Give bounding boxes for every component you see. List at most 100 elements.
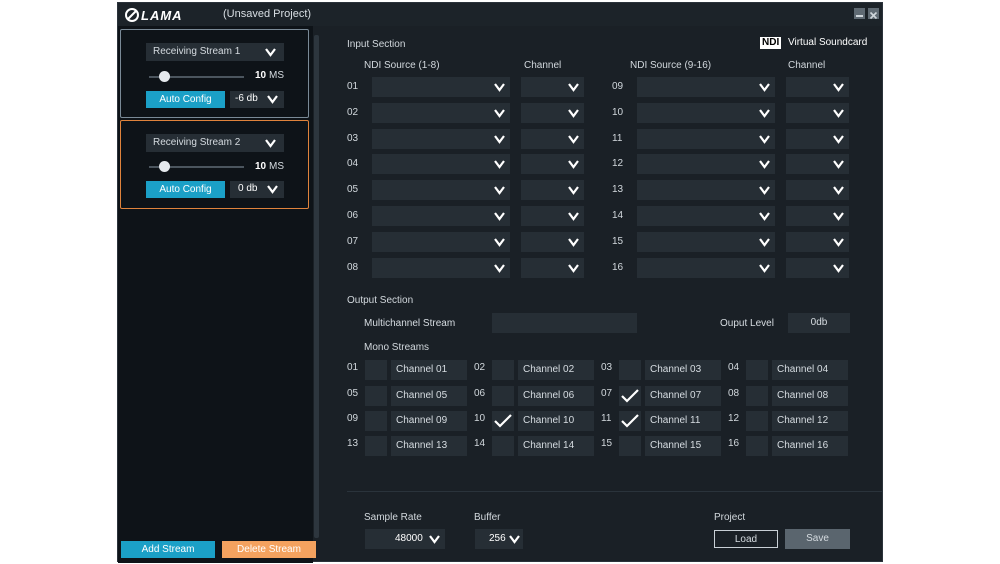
mono-stream-checkbox[interactable] — [746, 411, 768, 431]
mono-stream-checkbox[interactable] — [746, 386, 768, 406]
chevron-down-icon — [759, 108, 770, 118]
channel-select[interactable] — [521, 180, 584, 200]
mono-stream-checkbox[interactable] — [619, 360, 641, 380]
mono-stream-checkbox[interactable] — [492, 386, 514, 406]
channel-select[interactable] — [521, 103, 584, 123]
chevron-down-icon — [509, 534, 520, 544]
ndi-source-select[interactable] — [637, 258, 775, 278]
sample-rate-select[interactable]: 48000 — [365, 529, 445, 549]
ndi-source-select[interactable] — [637, 77, 775, 97]
channel-select[interactable] — [786, 103, 849, 123]
channel-select[interactable] — [521, 154, 584, 174]
channel-select[interactable] — [786, 77, 849, 97]
mono-stream-checkbox[interactable] — [619, 411, 641, 431]
mono-stream-checkbox[interactable] — [365, 386, 387, 406]
ndi-source-select[interactable] — [637, 206, 775, 226]
channel-select[interactable] — [786, 180, 849, 200]
ndi-source-select[interactable] — [372, 206, 510, 226]
delay-slider-knob[interactable] — [159, 71, 170, 82]
load-button[interactable]: Load — [714, 530, 778, 548]
channel-select[interactable] — [521, 77, 584, 97]
ndi-source-select[interactable] — [372, 258, 510, 278]
mono-stream-checkbox[interactable] — [492, 436, 514, 456]
channel-header-a: Channel — [524, 60, 562, 71]
mono-stream-checkbox[interactable] — [619, 436, 641, 456]
chevron-down-icon — [568, 134, 579, 144]
gain-select-2[interactable]: 0 db — [230, 181, 284, 198]
chevron-down-icon — [568, 211, 579, 221]
save-button[interactable]: Save — [785, 529, 850, 549]
chevron-down-icon — [494, 211, 505, 221]
ndi-source-header-a: NDI Source (1-8) — [364, 60, 440, 71]
stream-select-1[interactable]: Receiving Stream 1 — [146, 43, 284, 61]
mono-stream-checkbox[interactable] — [619, 386, 641, 406]
channel-select[interactable] — [786, 129, 849, 149]
footer-divider — [347, 491, 883, 492]
ndi-source-select[interactable] — [637, 103, 775, 123]
mono-stream-number: 14 — [474, 438, 486, 449]
ndi-source-select[interactable] — [637, 129, 775, 149]
close-icon — [869, 11, 878, 20]
checkmark-icon — [621, 414, 639, 433]
delete-stream-button[interactable]: Delete Stream — [222, 541, 316, 558]
input-row-number: 05 — [347, 184, 359, 195]
mono-stream-checkbox[interactable] — [746, 360, 768, 380]
ndi-source-select[interactable] — [372, 77, 510, 97]
channel-select[interactable] — [786, 258, 849, 278]
chevron-down-icon — [759, 134, 770, 144]
auto-config-button-2[interactable]: Auto Config — [146, 181, 225, 198]
ndi-source-select[interactable] — [372, 180, 510, 200]
gain-select-1[interactable]: -6 db — [230, 91, 284, 108]
mono-stream-checkbox[interactable] — [492, 360, 514, 380]
channel-header-b: Channel — [788, 60, 826, 71]
ndi-source-select[interactable] — [637, 154, 775, 174]
ndi-source-select[interactable] — [372, 103, 510, 123]
multichannel-stream-label: Multichannel Stream — [364, 318, 456, 329]
mono-stream-label: Channel 10 — [518, 411, 594, 431]
ndi-source-select[interactable] — [637, 180, 775, 200]
chevron-down-icon — [833, 134, 844, 144]
mono-stream-label: Channel 02 — [518, 360, 594, 380]
mono-stream-number: 04 — [728, 362, 740, 373]
chevron-down-icon — [429, 534, 440, 544]
mono-stream-number: 01 — [347, 362, 359, 373]
close-button[interactable] — [868, 8, 879, 20]
delay-slider-knob[interactable] — [159, 161, 170, 172]
mono-stream-checkbox[interactable] — [365, 436, 387, 456]
output-level-field[interactable]: 0db — [788, 313, 850, 333]
channel-select[interactable] — [786, 232, 849, 252]
mono-stream-checkbox[interactable] — [746, 436, 768, 456]
stream-card-1[interactable]: Receiving Stream 1 10 MS Auto Config -6 … — [120, 29, 309, 118]
chevron-down-icon — [568, 159, 579, 169]
channel-select[interactable] — [786, 206, 849, 226]
chevron-down-icon — [833, 82, 844, 92]
sidebar-scrollbar[interactable] — [314, 35, 319, 538]
channel-select[interactable] — [521, 206, 584, 226]
stream-select-2[interactable]: Receiving Stream 2 — [146, 134, 284, 152]
stream-card-2[interactable]: Receiving Stream 2 10 MS Auto Config 0 d… — [120, 120, 309, 209]
buffer-select[interactable]: 256 — [475, 529, 523, 549]
channel-select[interactable] — [521, 129, 584, 149]
ndi-source-select[interactable] — [372, 232, 510, 252]
multichannel-stream-field[interactable] — [492, 313, 637, 333]
ndi-source-select[interactable] — [637, 232, 775, 252]
mono-stream-checkbox[interactable] — [365, 360, 387, 380]
input-row-number: 08 — [347, 262, 359, 273]
mono-stream-number: 13 — [347, 438, 359, 449]
auto-config-button-1[interactable]: Auto Config — [146, 91, 225, 108]
delay-unit: MS — [269, 161, 284, 172]
channel-select[interactable] — [786, 154, 849, 174]
add-stream-button[interactable]: Add Stream — [121, 541, 215, 558]
ndi-source-select[interactable] — [372, 129, 510, 149]
chevron-down-icon — [833, 211, 844, 221]
mono-stream-checkbox[interactable] — [365, 411, 387, 431]
chevron-down-icon — [568, 263, 579, 273]
mono-stream-label: Channel 14 — [518, 436, 594, 456]
channel-select[interactable] — [521, 232, 584, 252]
ndi-source-select[interactable] — [372, 154, 510, 174]
chevron-down-icon — [494, 134, 505, 144]
mono-stream-label: Channel 13 — [391, 436, 467, 456]
mono-stream-checkbox[interactable] — [492, 411, 514, 431]
minimize-button[interactable] — [854, 8, 865, 19]
channel-select[interactable] — [521, 258, 584, 278]
